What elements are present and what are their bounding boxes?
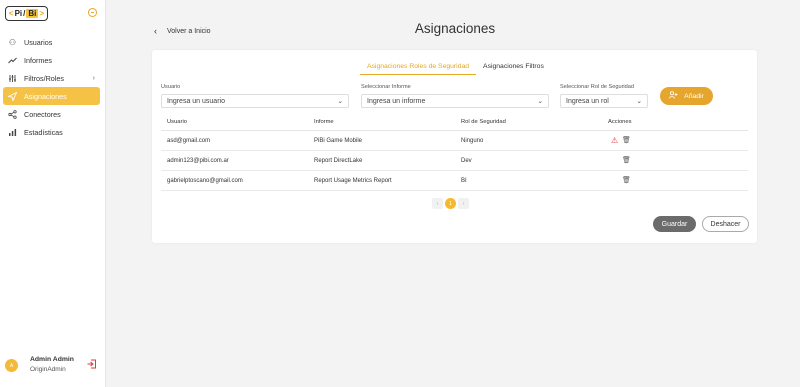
pagination: ‹ 1 ›: [432, 198, 469, 209]
trash-icon[interactable]: 🗑: [622, 176, 631, 184]
sidebar-item-conectores[interactable]: Conectores: [3, 105, 100, 123]
prev-page-button[interactable]: ‹: [432, 198, 443, 209]
logo-separator: /: [23, 9, 26, 18]
user-profile: A Admin Admin OriginAdmin: [5, 355, 101, 377]
sidebar-item-label: Asignaciones: [24, 91, 67, 101]
bar-chart-icon: [8, 128, 17, 137]
header-acciones: Acciones: [608, 119, 632, 125]
usuario-select[interactable]: Ingresa un usuario ⌄: [161, 94, 349, 108]
logo-bi: Bi: [26, 9, 39, 18]
tab-roles-seguridad[interactable]: Asignaciones Roles de Seguridad: [360, 61, 477, 75]
table-row: gabrielptoscano@gmail.com Report Usage M…: [161, 171, 748, 191]
logo[interactable]: < Pi / Bi >: [5, 6, 48, 21]
informe-select[interactable]: Ingresa un informe ⌄: [361, 94, 549, 108]
sidebar-item-asignaciones[interactable]: Asignaciones: [3, 87, 100, 105]
cell-informe: Report DirectLake: [314, 158, 363, 164]
usuario-label: Usuario: [161, 84, 181, 90]
rol-label: Seleccionar Rol de Seguridad: [560, 84, 635, 90]
logo-pi: Pi: [14, 9, 23, 18]
sidebar-item-label: Informes: [24, 55, 52, 65]
table-header: Usuario Informe Rol de Seguridad Accione…: [161, 114, 748, 131]
page-button-current[interactable]: 1: [445, 198, 456, 209]
sidebar-item-filtros-roles[interactable]: Filtros/Roles ›: [3, 69, 100, 87]
tabs: Asignaciones Roles de Seguridad Asignaci…: [360, 61, 551, 75]
sidebar-item-label: Estadísticas: [24, 127, 63, 137]
warning-icon: ⚠: [611, 136, 619, 145]
user-role: OriginAdmin: [30, 366, 66, 373]
rol-select[interactable]: Ingresa un rol ⌄: [560, 94, 648, 108]
header-informe: Informe: [314, 119, 334, 125]
cell-rol: BI: [461, 178, 467, 184]
cell-usuario: admin123@pibi.com.ar: [167, 158, 229, 164]
chevron-down-icon: ⌄: [537, 98, 543, 105]
sidebar-item-label: Filtros/Roles: [24, 73, 64, 83]
logout-icon[interactable]: [87, 359, 97, 372]
share-icon: [8, 109, 17, 119]
add-button[interactable]: Añadir: [660, 87, 713, 105]
add-button-label: Añadir: [684, 92, 704, 100]
page-title: Asignaciones: [414, 21, 496, 36]
user-name: Admin Admin: [30, 356, 74, 363]
cell-informe: PiBi Game Mobile: [314, 138, 363, 144]
cell-rol: Dev: [461, 158, 472, 164]
table-row: asd@gmail.com PiBi Game Mobile Ninguno ⚠…: [161, 131, 748, 151]
logo-bracket-right: >: [39, 9, 45, 18]
avatar[interactable]: A: [5, 359, 18, 372]
table-row: admin123@pibi.com.ar Report DirectLake D…: [161, 151, 748, 171]
send-icon: [7, 91, 18, 102]
header-usuario: Usuario: [167, 119, 187, 125]
users-icon: ⚇: [8, 37, 17, 47]
trash-icon[interactable]: 🗑: [622, 136, 631, 144]
cell-informe: Report Usage Metrics Report: [314, 178, 392, 184]
chevron-right-icon: ›: [92, 74, 95, 82]
sidebar-item-label: Conectores: [24, 109, 61, 119]
sidebar-nav: ⚇ Usuarios Informes Filtros/Roles › Asig…: [3, 33, 100, 141]
informe-placeholder: Ingresa un informe: [367, 97, 426, 105]
cell-rol: Ninguno: [461, 138, 484, 144]
sliders-icon: [8, 74, 17, 83]
rol-placeholder: Ingresa un rol: [566, 97, 609, 105]
undo-button[interactable]: Deshacer: [702, 216, 749, 232]
add-user-icon: [669, 91, 678, 101]
trend-icon: [8, 56, 17, 65]
sidebar-item-estadisticas[interactable]: Estadísticas: [3, 123, 100, 141]
usuario-placeholder: Ingresa un usuario: [167, 97, 225, 105]
next-page-button[interactable]: ›: [458, 198, 469, 209]
assignments-card: Asignaciones Roles de Seguridad Asignaci…: [152, 50, 757, 243]
save-button[interactable]: Guardar: [653, 216, 696, 232]
tab-filtros[interactable]: Asignaciones Filtros: [476, 61, 551, 75]
sidebar-item-label: Usuarios: [24, 37, 53, 47]
cell-usuario: asd@gmail.com: [167, 138, 211, 144]
chevron-down-icon: ⌄: [636, 98, 642, 105]
collapse-sidebar-icon[interactable]: [88, 8, 97, 17]
cell-usuario: gabrielptoscano@gmail.com: [167, 178, 243, 184]
sidebar-item-informes[interactable]: Informes: [3, 51, 100, 69]
header-rol: Rol de Seguridad: [461, 119, 506, 125]
trash-icon[interactable]: 🗑: [622, 156, 631, 164]
chevron-down-icon: ⌄: [337, 98, 343, 105]
sidebar: < Pi / Bi > ⚇ Usuarios Informes Filtros/…: [0, 0, 106, 387]
informe-label: Seleccionar Informe: [361, 84, 411, 90]
logo-bracket-left: <: [8, 9, 14, 18]
